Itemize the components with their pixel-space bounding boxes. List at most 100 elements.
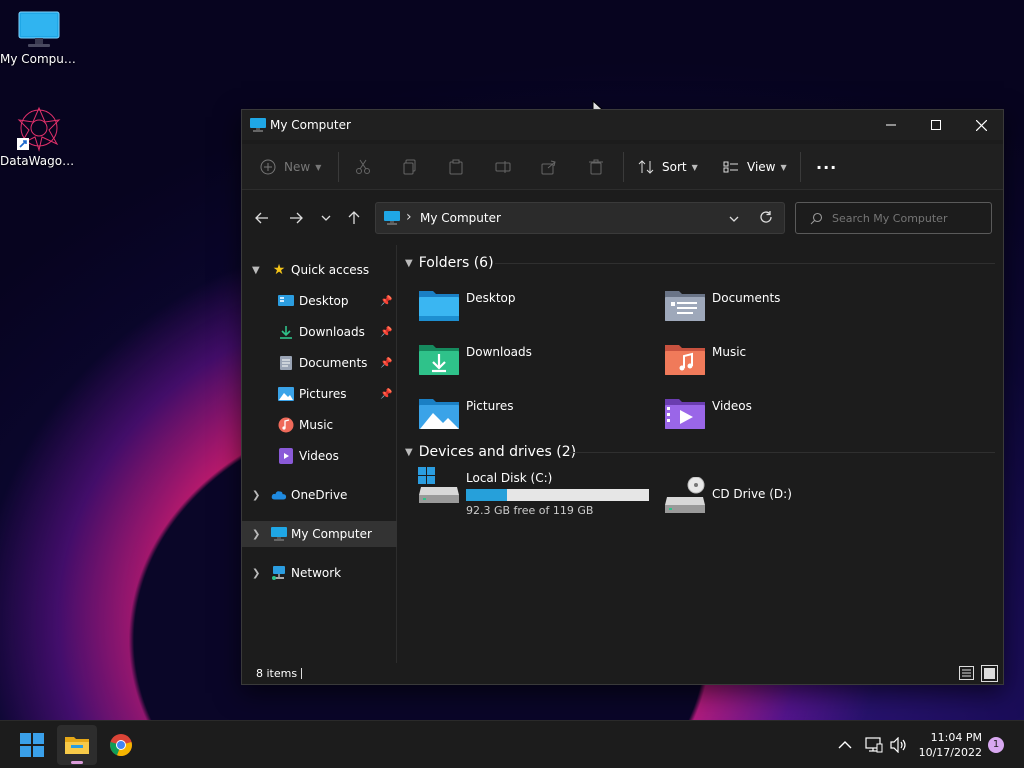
sidebar-item-videos[interactable]: Videos — [242, 443, 397, 469]
documents-folder-icon — [665, 291, 705, 321]
folder-tile-desktop[interactable]: Desktop — [417, 285, 657, 331]
drives-section-header[interactable]: ▼ Devices and drives (2) — [405, 442, 576, 462]
status-bar: 8 items — [242, 663, 1003, 685]
pin-icon: 📌 — [380, 326, 393, 338]
folder-tile-videos[interactable]: Videos — [663, 393, 903, 439]
title-bar[interactable]: My Computer — [242, 110, 1003, 140]
download-icon — [278, 324, 294, 340]
file-explorer-window: My Computer New ▼ Sort ▼ View ▼ ··· › My… — [241, 109, 1004, 685]
drive-tile-local-disk[interactable]: Local Disk (C:) 92.3 GB free of 119 GB — [417, 467, 657, 517]
delete-button[interactable] — [588, 154, 604, 180]
toolbar-divider — [338, 152, 339, 182]
paste-button[interactable] — [448, 154, 464, 180]
chevron-right-icon[interactable]: ❯ — [252, 490, 260, 501]
start-button[interactable] — [12, 725, 52, 765]
pin-icon: 📌 — [380, 295, 393, 307]
tiles-view-button[interactable] — [981, 665, 998, 682]
monitor-icon — [271, 526, 287, 542]
maximize-button[interactable] — [913, 110, 959, 140]
breadcrumb-my-computer[interactable]: My Computer — [420, 211, 501, 225]
sidebar-item-downloads[interactable]: Downloads 📌 — [242, 319, 397, 345]
taskbar-chrome[interactable] — [101, 725, 141, 765]
clock-time: 11:04 PM — [930, 731, 982, 744]
minimize-icon — [886, 124, 896, 126]
rename-button[interactable] — [495, 154, 511, 180]
desktop-icon-datawagon[interactable]: DataWagon... — [0, 106, 78, 168]
view-list-icon — [723, 161, 738, 173]
local-disk-free-text: 92.3 GB free of 119 GB — [466, 504, 594, 517]
view-label: View — [747, 160, 776, 174]
back-button[interactable] — [250, 207, 274, 229]
sidebar-item-label: Desktop — [299, 294, 349, 308]
minimize-button[interactable] — [868, 110, 914, 140]
navigation-pane: ▼ ★ Quick access Desktop 📌 Downloads 📌 D… — [242, 245, 397, 663]
cut-button[interactable] — [355, 154, 371, 180]
document-icon — [278, 355, 294, 371]
notification-center-button[interactable]: 1 — [988, 721, 1004, 768]
chevron-right-icon[interactable]: ❯ — [252, 568, 260, 579]
chevron-down-icon: ▼ — [691, 162, 698, 172]
drive-tile-cd-drive[interactable]: CD Drive (D:) — [663, 477, 903, 523]
sidebar-item-network[interactable]: ❯ Network — [242, 560, 397, 586]
network-status-button[interactable] — [865, 721, 883, 768]
arrow-up-icon — [348, 211, 360, 224]
sidebar-item-onedrive[interactable]: ❯ OneDrive — [242, 482, 397, 508]
forward-button[interactable] — [284, 207, 308, 229]
chevron-down-icon: ▼ — [405, 446, 413, 458]
address-dropdown-button[interactable] — [726, 211, 742, 227]
chevron-down-icon: ▼ — [405, 257, 413, 269]
folders-section-title: Folders (6) — [418, 255, 494, 271]
sidebar-item-label: Downloads — [299, 325, 365, 339]
sidebar-item-label: OneDrive — [291, 488, 348, 502]
chevron-down-icon — [321, 215, 331, 221]
chevron-down-icon[interactable]: ▼ — [252, 265, 260, 276]
sidebar-item-label: Quick access — [291, 263, 370, 277]
command-bar: New ▼ Sort ▼ View ▼ ··· — [242, 144, 1003, 190]
up-button[interactable] — [342, 207, 366, 229]
search-input[interactable] — [832, 209, 982, 227]
recent-locations-button[interactable] — [314, 207, 338, 229]
plus-circle-icon — [260, 159, 276, 175]
toolbar-divider — [800, 152, 801, 182]
sidebar-item-label: Videos — [299, 449, 339, 463]
refresh-button[interactable] — [759, 210, 775, 226]
sort-button[interactable]: Sort ▼ — [638, 154, 698, 180]
search-box[interactable] — [795, 202, 992, 234]
close-button[interactable] — [958, 110, 1004, 140]
details-view-button[interactable] — [959, 666, 975, 682]
sidebar-item-label: Pictures — [299, 387, 347, 401]
sidebar-item-documents[interactable]: Documents 📌 — [242, 350, 397, 376]
volume-button[interactable] — [890, 721, 908, 768]
folder-tile-documents[interactable]: Documents — [663, 285, 903, 331]
desktop-icon-my-computer[interactable]: My Computer — [0, 10, 78, 66]
folder-tile-downloads[interactable]: Downloads — [417, 339, 657, 385]
chevron-right-icon[interactable]: ❯ — [252, 529, 260, 540]
trash-icon — [589, 159, 603, 175]
network-icon — [271, 565, 287, 581]
close-icon — [975, 119, 987, 131]
new-button[interactable]: New ▼ — [260, 154, 321, 180]
folders-section-header[interactable]: ▼ Folders (6) — [405, 253, 494, 273]
clock-button[interactable]: 11:04 PM 10/17/2022 — [918, 721, 982, 768]
scissors-icon — [356, 159, 370, 174]
more-options-button[interactable]: ··· — [816, 154, 837, 180]
copy-button[interactable] — [402, 154, 418, 180]
drives-section-title: Devices and drives (2) — [418, 444, 577, 460]
sidebar-item-pictures[interactable]: Pictures 📌 — [242, 381, 397, 407]
share-button[interactable] — [541, 154, 557, 180]
share-icon — [541, 160, 556, 175]
sidebar-item-my-computer[interactable]: ❯ My Computer — [242, 521, 397, 547]
view-button[interactable]: View ▼ — [723, 154, 787, 180]
sidebar-item-music[interactable]: Music — [242, 412, 397, 438]
sidebar-item-desktop[interactable]: Desktop 📌 — [242, 288, 397, 314]
video-icon — [278, 448, 294, 464]
hard-drive-icon — [418, 467, 459, 503]
taskbar-file-explorer[interactable] — [57, 725, 97, 765]
folder-tile-pictures[interactable]: Pictures — [417, 393, 657, 439]
cd-drive-label: CD Drive (D:) — [712, 487, 792, 501]
address-bar[interactable]: › My Computer — [375, 202, 785, 234]
monitor-icon — [18, 11, 60, 47]
tray-overflow-button[interactable] — [838, 721, 852, 768]
sidebar-item-quick-access[interactable]: ▼ ★ Quick access — [242, 257, 397, 283]
folder-tile-music[interactable]: Music — [663, 339, 903, 385]
